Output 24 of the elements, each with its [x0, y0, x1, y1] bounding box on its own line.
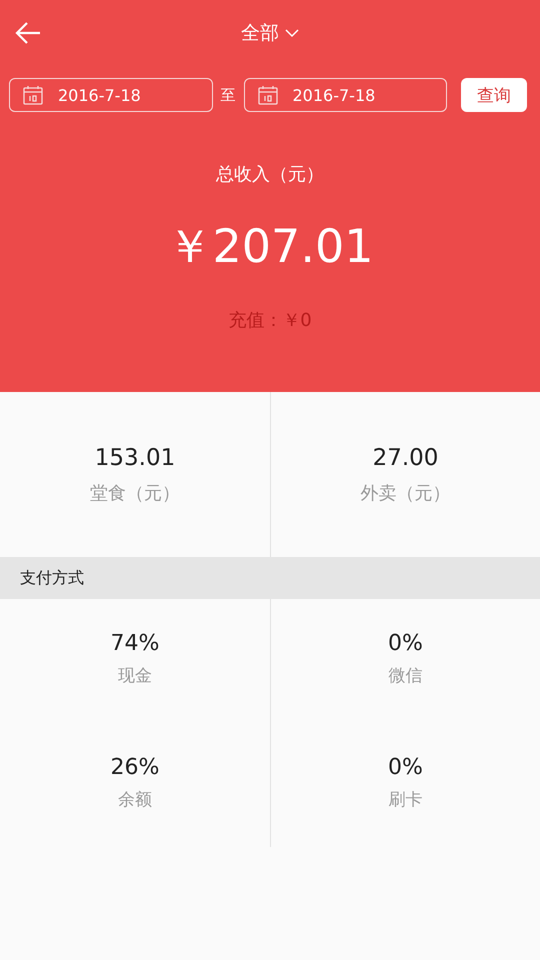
- category-dropdown[interactable]: 全部: [241, 20, 299, 46]
- payment-method-label: 微信: [388, 665, 422, 687]
- payment-method-label: 现金: [118, 665, 152, 687]
- section-header: 支付方式: [0, 557, 540, 599]
- payment-percentage: 0%: [388, 631, 423, 656]
- range-separator: 至: [220, 86, 236, 104]
- income-label: 堂食（元）: [90, 482, 180, 504]
- income-value: 153.01: [94, 444, 176, 470]
- calendar-icon: [256, 84, 278, 106]
- payment-percentage: 74%: [110, 631, 160, 656]
- calendar-icon: [22, 84, 44, 106]
- total-income-label: 总收入（元）: [216, 163, 324, 186]
- start-date-field[interactable]: 2016-7-18: [9, 78, 212, 112]
- end-date-field[interactable]: 2016-7-18: [244, 78, 447, 112]
- income-value: 27.00: [372, 444, 438, 470]
- payment-percentage: 26%: [110, 755, 160, 780]
- income-label: 外卖（元）: [360, 482, 450, 504]
- query-button[interactable]: 查询: [461, 78, 527, 112]
- payment-percentage: 0%: [388, 755, 423, 780]
- total-income-amount: ￥207.01: [166, 218, 374, 275]
- back-icon[interactable]: [14, 20, 42, 46]
- payment-method-label: 刷卡: [388, 789, 422, 811]
- chevron-down-icon: [285, 28, 299, 38]
- payment-method-label: 余额: [118, 789, 152, 811]
